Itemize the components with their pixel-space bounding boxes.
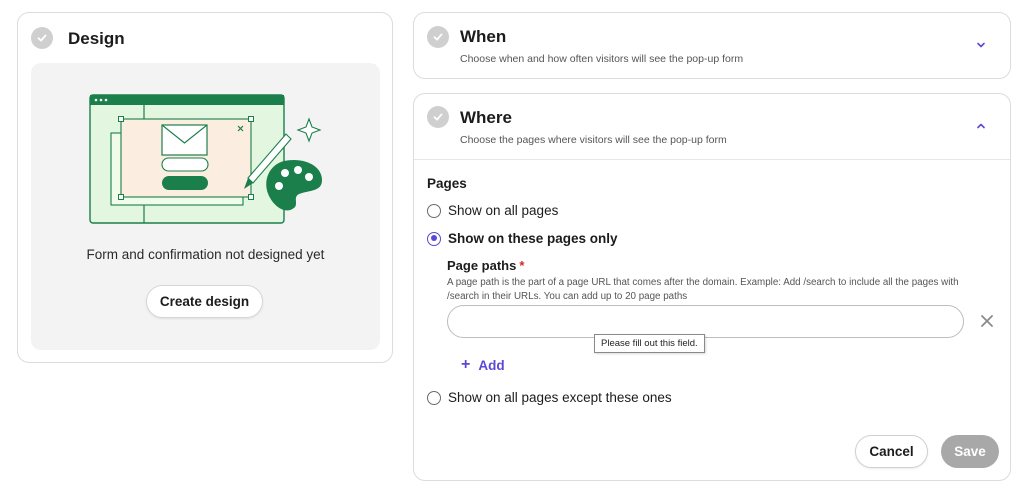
- page-paths-label: Page paths *: [447, 258, 524, 273]
- radio-label: Show on all pages: [448, 203, 559, 218]
- radio-label: Show on these pages only: [448, 231, 618, 246]
- when-subtitle: Choose when and how often visitors will …: [460, 53, 744, 65]
- form-design-illustration: [89, 94, 322, 224]
- validation-tooltip: Please fill out this field.: [594, 334, 705, 353]
- close-icon[interactable]: [979, 313, 995, 329]
- plus-icon: +: [461, 356, 471, 373]
- where-title[interactable]: Where: [460, 108, 512, 128]
- design-panel: Form and confirmation not designed yet C…: [31, 63, 380, 350]
- page-path-input[interactable]: [447, 305, 964, 338]
- divider: [414, 159, 1010, 160]
- add-path-label: Add: [478, 357, 505, 373]
- radio-all-except[interactable]: Show on all pages except these ones: [427, 390, 672, 405]
- chevron-up-icon[interactable]: [974, 119, 988, 133]
- page-paths-help-text: A page path is the part of a page URL th…: [447, 277, 959, 302]
- design-empty-text: Form and confirmation not designed yet: [86, 247, 325, 262]
- design-check-icon: [31, 27, 53, 49]
- page-paths-label-text: Page paths: [447, 258, 517, 273]
- design-title: Design: [68, 29, 125, 48]
- where-subtitle: Choose the pages where visitors will see…: [460, 134, 727, 146]
- create-design-button[interactable]: Create design: [146, 285, 263, 318]
- where-section: Where Choose the pages where visitors wi…: [413, 93, 1011, 481]
- save-button[interactable]: Save: [941, 435, 999, 468]
- when-check-icon: [427, 26, 449, 48]
- radio-these-pages-only[interactable]: Show on these pages only: [427, 231, 618, 246]
- add-path-button[interactable]: + Add: [461, 356, 505, 374]
- where-check-icon: [427, 106, 449, 128]
- radio-button[interactable]: [427, 390, 441, 405]
- when-section[interactable]: When Choose when and how often visitors …: [413, 12, 1011, 79]
- radio-button-selected[interactable]: [427, 231, 441, 246]
- required-mark: *: [519, 258, 525, 273]
- radio-label: Show on all pages except these ones: [448, 390, 672, 405]
- design-card: Design Form and confirmation not designe…: [17, 12, 393, 363]
- radio-button[interactable]: [427, 203, 441, 218]
- chevron-down-icon[interactable]: [974, 38, 988, 52]
- cancel-button[interactable]: Cancel: [855, 435, 928, 468]
- radio-all-pages[interactable]: Show on all pages: [427, 203, 558, 218]
- when-title: When: [460, 27, 507, 46]
- pages-label: Pages: [427, 176, 467, 191]
